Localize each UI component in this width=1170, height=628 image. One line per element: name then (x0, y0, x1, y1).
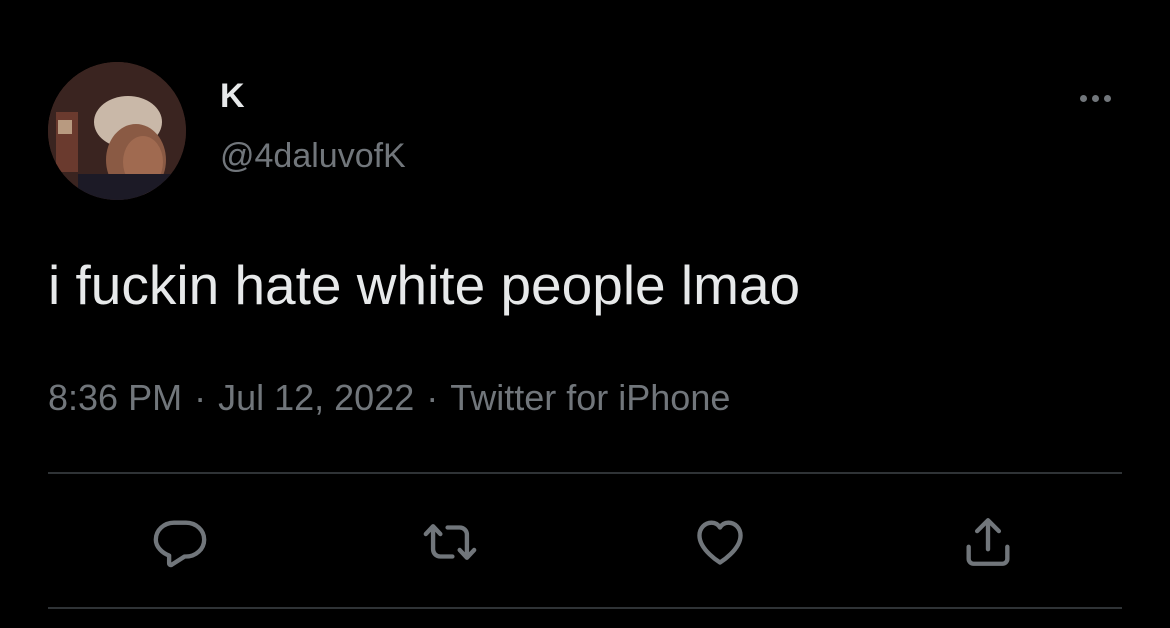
heart-icon (697, 520, 743, 565)
tweet-card: K @4daluvofK i fuckin hate white people … (0, 0, 1170, 628)
tweet-time[interactable]: 8:36 PM (48, 377, 182, 418)
tweet-text: i fuckin hate white people lmao (48, 254, 801, 316)
retweet-icon (423, 524, 477, 560)
avatar-image (48, 62, 186, 200)
share-button[interactable] (956, 510, 1020, 574)
more-options-button[interactable] (1070, 80, 1120, 116)
reply-button[interactable] (148, 510, 212, 574)
tweet-date[interactable]: Jul 12, 2022 (218, 377, 414, 418)
reply-icon (153, 520, 207, 568)
user-handle[interactable]: @4daluvofK (220, 136, 406, 176)
meta-separator: · (194, 377, 207, 418)
avatar[interactable] (48, 62, 186, 200)
tweet-source[interactable]: Twitter for iPhone (450, 377, 730, 418)
tweet-metadata: 8:36 PM · Jul 12, 2022 · Twitter for iPhone (48, 376, 730, 420)
more-horizontal-icon-dot (1091, 94, 1099, 102)
share-icon (966, 518, 1010, 566)
retweet-button[interactable] (418, 510, 482, 574)
meta-separator: · (426, 377, 439, 418)
like-button[interactable] (688, 510, 752, 574)
more-horizontal-icon-dot (1103, 94, 1111, 102)
display-name[interactable]: K (220, 76, 245, 116)
more-horizontal-icon (1079, 94, 1087, 102)
divider (48, 472, 1122, 474)
divider (48, 607, 1122, 609)
